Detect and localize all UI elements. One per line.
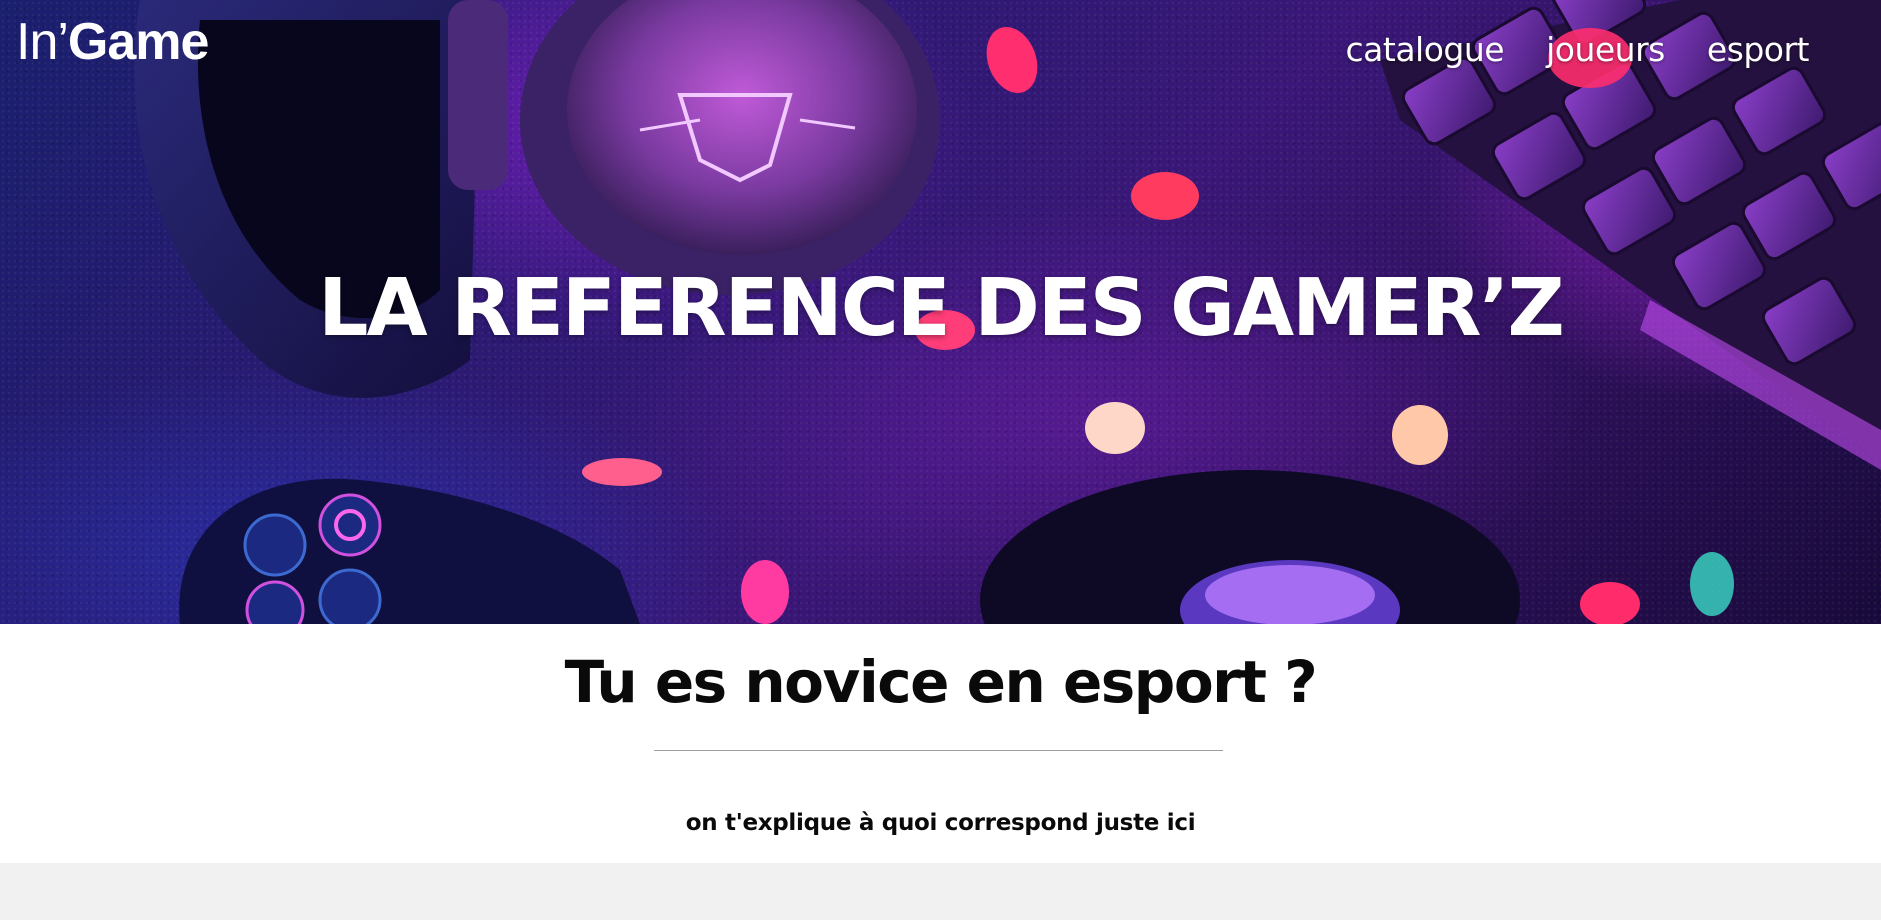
- hero-banner: In’Game catalogue joueurs esport LA REFE…: [0, 0, 1881, 624]
- keyboard-icon: [1380, 0, 1881, 470]
- hero-title: LA REFERENCE DES GAMER’Z: [318, 262, 1565, 354]
- main-nav: catalogue joueurs esport: [1346, 30, 1810, 69]
- nav-link-joueurs[interactable]: joueurs: [1546, 30, 1665, 69]
- brand-logo[interactable]: In’Game: [16, 13, 210, 71]
- content-area: [0, 863, 1881, 920]
- mouse-icon: [980, 470, 1520, 624]
- intro-text: on t'explique à quoi correspond juste ic…: [685, 810, 1196, 836]
- divider: [654, 750, 1223, 751]
- nav-link-catalogue[interactable]: catalogue: [1346, 30, 1505, 69]
- intro-title: Tu es novice en esport ?: [564, 648, 1318, 716]
- controller-icon: [179, 478, 641, 624]
- brand-prefix: In’: [16, 13, 69, 71]
- brand-main: Game: [67, 13, 210, 71]
- intro-section: Tu es novice en esport ? on t'explique à…: [0, 624, 1881, 863]
- nav-link-esport[interactable]: esport: [1707, 30, 1810, 69]
